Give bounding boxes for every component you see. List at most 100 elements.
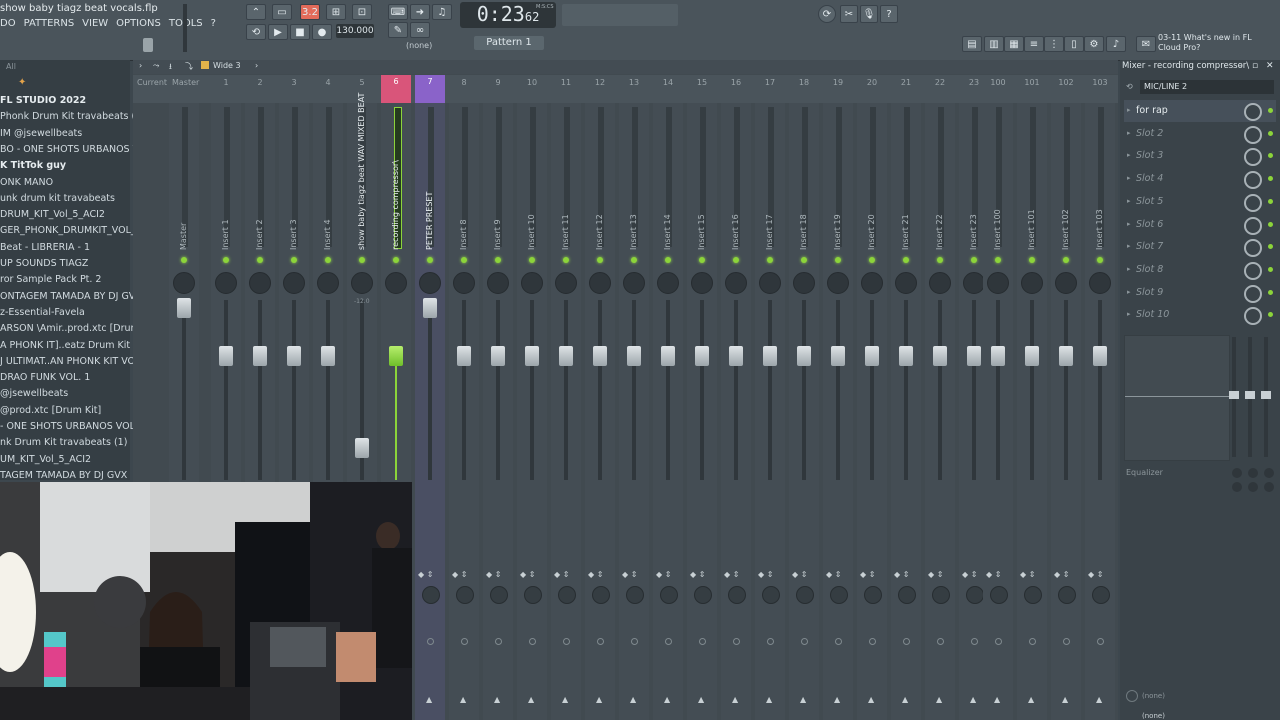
pan-knob[interactable] <box>385 272 407 294</box>
track-name[interactable]: Insert 3 <box>279 110 309 250</box>
volume-fader[interactable] <box>355 438 369 458</box>
menu-item-options[interactable]: OPTIONS <box>116 18 161 34</box>
column-number[interactable]: 15 <box>687 78 717 87</box>
record-icon[interactable]: ● <box>312 24 332 40</box>
effect-slot[interactable]: ▸ Slot 3 <box>1124 145 1276 167</box>
volume-fader[interactable] <box>1025 346 1039 366</box>
help-icon[interactable]: ? <box>880 5 898 23</box>
pan-knob[interactable] <box>173 272 195 294</box>
stop-icon[interactable]: ■ <box>290 24 310 40</box>
browser-item[interactable]: UP SOUNDS TIAGZ <box>0 258 88 269</box>
column-number[interactable]: 11 <box>551 78 581 87</box>
wave-icon[interactable]: ▭ <box>272 4 292 20</box>
route-triangle-icon[interactable]: ▲ <box>460 695 466 704</box>
pan-knob[interactable] <box>623 272 645 294</box>
play-icon[interactable]: ▶ <box>268 24 288 40</box>
column-number[interactable]: 7 <box>415 75 445 103</box>
track-name[interactable]: Insert 16 <box>721 110 751 250</box>
track-name[interactable]: Insert 18 <box>789 110 819 250</box>
slot-mix-knob[interactable] <box>1244 193 1262 212</box>
slot-enable-led[interactable] <box>1268 198 1273 204</box>
track-name[interactable]: Master <box>169 110 199 250</box>
volume-fader[interactable] <box>253 346 267 366</box>
effect-slot[interactable]: ▸ Slot 4 <box>1124 168 1276 190</box>
news-icon[interactable]: ✉ <box>1136 36 1156 52</box>
route-dot[interactable] <box>801 638 808 645</box>
route-triangle-icon[interactable]: ▲ <box>596 695 602 704</box>
route-dot[interactable] <box>427 638 434 645</box>
mute-led[interactable] <box>1097 257 1103 263</box>
volume-fader[interactable] <box>219 346 233 366</box>
route-dot[interactable] <box>461 638 468 645</box>
mute-led[interactable] <box>903 257 909 263</box>
browser-filter[interactable]: All <box>6 62 16 71</box>
mute-led[interactable] <box>291 257 297 263</box>
mute-led[interactable] <box>563 257 569 263</box>
route-arrows-icon[interactable]: ◆ ⇕ <box>520 570 535 579</box>
pan-knob[interactable] <box>725 272 747 294</box>
browser-item[interactable]: @jsewellbeats <box>0 388 68 399</box>
link-icon[interactable]: ∞ <box>410 22 430 38</box>
mute-led[interactable] <box>181 257 187 263</box>
send-knob[interactable] <box>490 586 508 604</box>
route-triangle-icon[interactable]: ▲ <box>732 695 738 704</box>
fader-track[interactable] <box>938 300 942 480</box>
output-top[interactable]: (none) <box>1142 692 1165 700</box>
volume-fader[interactable] <box>287 346 301 366</box>
microphone-icon[interactable]: 🎙 <box>860 5 878 23</box>
volume-fader[interactable] <box>899 346 913 366</box>
mixer-tool-1-icon[interactable]: ⤳ <box>153 61 159 71</box>
maximize-icon[interactable]: ▫ <box>1252 61 1258 71</box>
track-name[interactable]: Insert 2 <box>245 110 275 250</box>
route-arrows-icon[interactable]: ◆ ⇕ <box>928 570 943 579</box>
route-dot[interactable] <box>971 638 978 645</box>
fader-track[interactable] <box>496 300 500 480</box>
pan-knob[interactable] <box>351 272 373 294</box>
volume-fader[interactable] <box>695 346 709 366</box>
fader-track[interactable] <box>972 300 976 480</box>
column-number[interactable]: 102 <box>1051 78 1081 87</box>
pan-knob[interactable] <box>793 272 815 294</box>
route-triangle-icon[interactable]: ▲ <box>994 695 1000 704</box>
column-number[interactable]: 8 <box>449 78 479 87</box>
mute-led[interactable] <box>995 257 1001 263</box>
mute-led[interactable] <box>801 257 807 263</box>
input-selector[interactable]: MIC/LINE 2 <box>1140 80 1274 94</box>
pan-knob[interactable] <box>759 272 781 294</box>
slot-arrow-icon[interactable]: ▸ <box>1127 220 1131 228</box>
fader-track[interactable] <box>734 300 738 480</box>
slot-arrow-icon[interactable]: ▸ <box>1127 288 1131 296</box>
route-dot[interactable] <box>563 638 570 645</box>
pan-knob[interactable] <box>861 272 883 294</box>
menu-item-patterns[interactable]: PATTERNS <box>24 18 75 34</box>
layout-arrow-icon[interactable]: › <box>255 61 258 70</box>
volume-fader[interactable] <box>423 298 437 318</box>
send-knob[interactable] <box>1024 586 1042 604</box>
fader-track[interactable] <box>666 300 670 480</box>
browser-item[interactable]: unk drum kit travabeats <box>0 193 115 204</box>
pan-knob[interactable] <box>929 272 951 294</box>
slot-mix-knob[interactable] <box>1244 216 1262 235</box>
fader-track[interactable] <box>598 300 602 480</box>
route-dot[interactable] <box>1029 638 1036 645</box>
volume-fader[interactable] <box>763 346 777 366</box>
route-arrows-icon[interactable]: ◆ ⇕ <box>986 570 1001 579</box>
mute-led[interactable] <box>461 257 467 263</box>
volume-fader[interactable] <box>491 346 505 366</box>
fader-track[interactable] <box>632 300 636 480</box>
send-knob[interactable] <box>796 586 814 604</box>
slot-enable-led[interactable] <box>1268 130 1273 136</box>
eq-knob-4[interactable] <box>1232 482 1242 492</box>
mute-led[interactable] <box>257 257 263 263</box>
fader-track[interactable] <box>1098 300 1102 480</box>
browser-add-icon[interactable]: ✦ <box>18 77 26 88</box>
pan-knob[interactable] <box>1089 272 1111 294</box>
slot-mix-knob[interactable] <box>1244 307 1262 326</box>
volume-fader[interactable] <box>933 346 947 366</box>
pan-knob[interactable] <box>249 272 271 294</box>
column-number[interactable]: 2 <box>245 78 275 87</box>
column-number[interactable]: 6 <box>381 75 411 103</box>
mixer-tool-3-icon[interactable]: ⤵ <box>185 61 193 72</box>
playlist-icon[interactable]: ▤ <box>962 36 982 52</box>
route-arrows-icon[interactable]: ◆ ⇕ <box>826 570 841 579</box>
